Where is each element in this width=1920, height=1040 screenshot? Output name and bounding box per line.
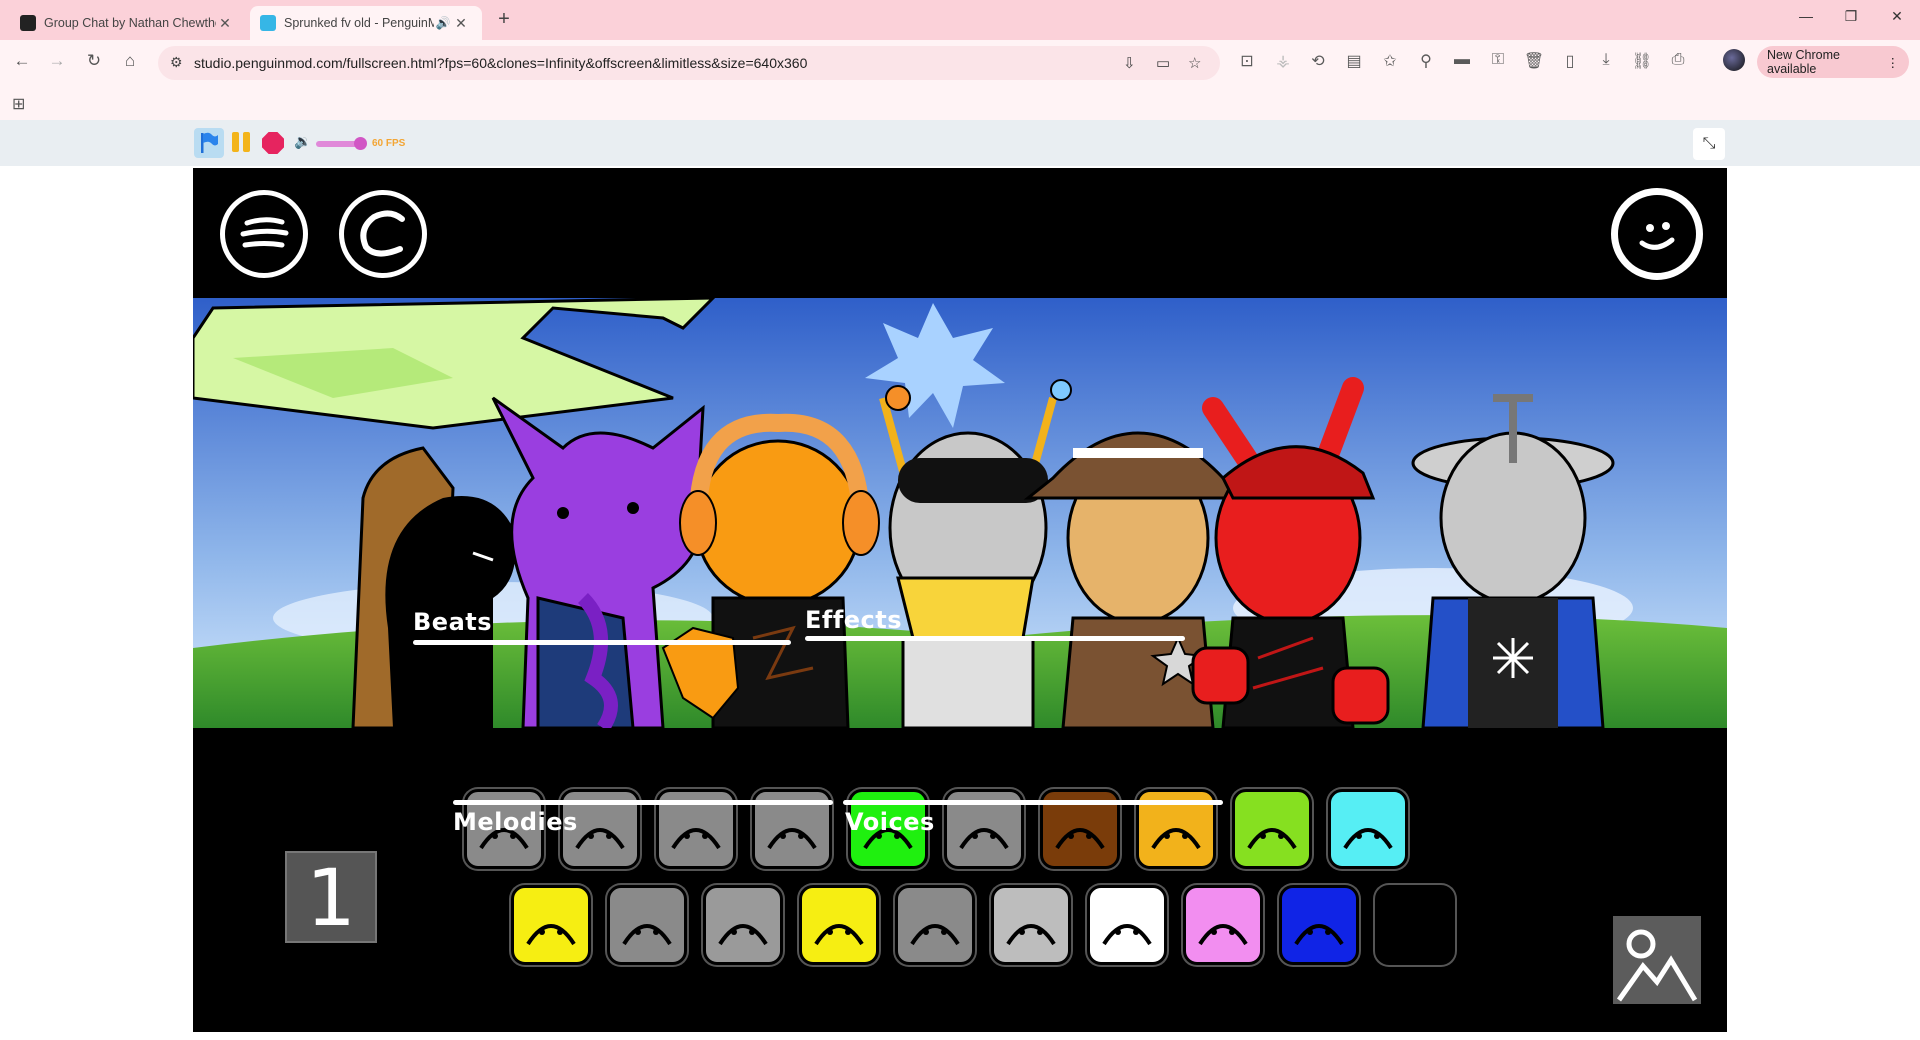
site-favicon-icon <box>20 15 36 31</box>
minimize-icon[interactable]: — <box>1791 8 1821 24</box>
gallery-button[interactable] <box>1613 916 1701 1004</box>
menu-lines-icon <box>240 217 289 248</box>
effects-underline <box>805 636 1185 641</box>
delete-icon[interactable]: 🗑 <box>1523 51 1545 71</box>
favorites-icon[interactable]: ✩ <box>1379 51 1401 71</box>
blue-shield-icon <box>1294 924 1344 946</box>
back-icon[interactable]: ← <box>10 51 34 71</box>
beats-underline <box>413 640 791 645</box>
bookmark-star-icon[interactable]: ☆ <box>1188 54 1201 72</box>
url-text[interactable]: studio.penguinmod.com/fullscreen.html?fp… <box>194 55 807 71</box>
yellow-star-button[interactable] <box>511 885 591 965</box>
profile-avatar[interactable] <box>1723 49 1745 71</box>
cyan-minus-button[interactable] <box>1328 789 1408 869</box>
reset-button[interactable] <box>339 190 427 278</box>
black-hat-button[interactable] <box>1375 885 1455 965</box>
reset-c-icon <box>360 210 405 257</box>
yellow-antenna-icon <box>814 924 864 946</box>
exit-fullscreen-button[interactable]: ⤡ <box>1693 128 1725 160</box>
volume-icon[interactable]: 🔉 <box>294 133 311 150</box>
omnibox[interactable]: ⚙ studio.penguinmod.com/fullscreen.html?… <box>158 46 1220 80</box>
beats-label: Beats <box>413 608 493 636</box>
effects-label: Effects <box>805 606 903 634</box>
restore-icon[interactable]: ❐ <box>1836 8 1866 25</box>
tab-sprunked[interactable]: Sprunked fv old - PenguinM 🔊 ✕ <box>250 6 482 40</box>
tv-face-button[interactable] <box>991 885 1071 965</box>
page-icon[interactable]: ▭ <box>1156 54 1170 72</box>
menu-button[interactable] <box>220 190 308 278</box>
close-tab-icon[interactable]: ✕ <box>452 15 470 32</box>
lips-button[interactable] <box>895 885 975 965</box>
password-key-icon[interactable]: ⚿ <box>1487 51 1509 69</box>
tab-title: Sprunked fv old - PenguinM <box>284 16 434 30</box>
address-bar-row: ← → ↻ ⌂ ⚙ studio.penguinmod.com/fullscre… <box>0 40 1920 86</box>
player-controls <box>0 120 1920 166</box>
install-app-icon[interactable]: ⇩ <box>1123 54 1136 72</box>
pause-button[interactable] <box>230 132 252 154</box>
tab-title: Group Chat by Nathan Chewthe <box>44 16 216 30</box>
volume-slider-knob[interactable] <box>354 137 367 150</box>
reading-list-icon[interactable]: ▤ <box>1343 51 1365 71</box>
bookmarks-bar: ⊞ <box>0 86 1920 120</box>
print-icon[interactable]: ⎙ <box>1667 51 1689 69</box>
download-icon[interactable]: ⤓ <box>1595 51 1617 69</box>
green-grass-button[interactable] <box>1232 789 1312 869</box>
lips-icon <box>910 924 960 946</box>
voices-underline <box>843 800 1223 805</box>
chrome-update-button[interactable]: New Chrome available ⋮ <box>1757 46 1909 78</box>
more-menu-icon[interactable]: ⋮ <box>1887 55 1900 70</box>
white-cat-button[interactable] <box>1087 885 1167 965</box>
tv-face-icon <box>1006 924 1056 946</box>
game-stage[interactable]: Beats Effects Melodies Voices 1 <box>193 168 1727 1032</box>
green-flag-button[interactable] <box>194 128 224 158</box>
melodies-label: Melodies <box>453 808 578 836</box>
link-icon[interactable]: ⛓ <box>1631 51 1653 71</box>
character-scene <box>193 298 1727 728</box>
home-icon[interactable]: ⌂ <box>118 51 142 71</box>
payment-card-icon[interactable]: ▬ <box>1451 51 1473 69</box>
black-hat-icon <box>1390 924 1440 946</box>
extensions-icon[interactable]: ⚶ <box>1272 51 1294 71</box>
fps-label: 60 FPS <box>372 138 406 149</box>
new-tab-button[interactable]: + <box>492 8 516 31</box>
page-number: 1 <box>306 854 356 944</box>
close-tab-icon[interactable]: ✕ <box>216 15 234 32</box>
character-face-button[interactable] <box>1611 188 1703 280</box>
melodies-underline <box>453 800 833 805</box>
apps-grid-icon[interactable]: ⊞ <box>12 94 25 114</box>
update-label: New Chrome available <box>1767 48 1840 76</box>
penguinmod-favicon-icon <box>260 15 276 31</box>
smiley-face-icon <box>1639 199 1691 269</box>
person-mountain-icon <box>1616 929 1698 1002</box>
location-icon[interactable]: ⚲ <box>1415 51 1437 71</box>
history-icon[interactable]: ⟲ <box>1307 51 1329 71</box>
reload-icon[interactable]: ↻ <box>82 51 106 71</box>
blue-shield-button[interactable] <box>1279 885 1359 965</box>
tab-search-icon[interactable]: ⊡ <box>1236 51 1258 71</box>
audio-playing-icon[interactable]: 🔊 <box>434 16 452 30</box>
tab-group-chat[interactable]: Group Chat by Nathan Chewthe ✕ <box>10 6 246 40</box>
reader-mode-icon[interactable]: ▯ <box>1559 51 1581 71</box>
green-tree-button[interactable] <box>703 885 783 965</box>
tab-bar: Group Chat by Nathan Chewthe ✕ Sprunked … <box>0 0 1920 40</box>
white-cat-icon <box>1102 924 1152 946</box>
pink-bow-button[interactable] <box>1183 885 1263 965</box>
scene-artwork <box>193 298 1727 728</box>
close-window-icon[interactable]: ✕ <box>1882 8 1912 25</box>
site-info-icon[interactable]: ⚙ <box>170 54 183 71</box>
green-tree-icon <box>718 924 768 946</box>
forward-icon[interactable]: → <box>45 51 69 71</box>
flag-icon <box>201 132 218 153</box>
cyan-minus-icon <box>1343 828 1393 850</box>
yellow-star-icon <box>526 924 576 946</box>
pink-bow-icon <box>1198 924 1248 946</box>
yellow-antenna-button[interactable] <box>799 885 879 965</box>
bench-button[interactable] <box>607 885 687 965</box>
page-number-button[interactable]: 1 <box>285 851 377 944</box>
bench-icon <box>622 924 672 946</box>
voices-label: Voices <box>845 808 935 836</box>
green-grass-icon <box>1247 828 1297 850</box>
